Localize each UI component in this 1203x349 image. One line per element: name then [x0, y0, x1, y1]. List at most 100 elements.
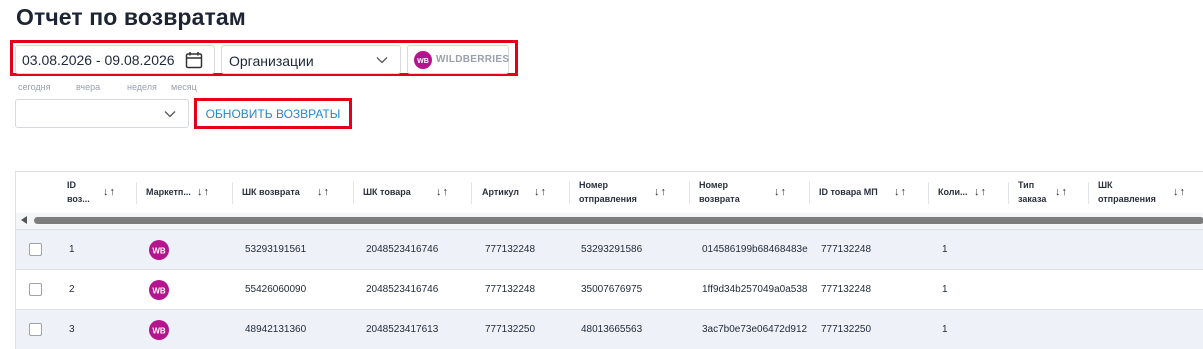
svg-text:WB: WB: [152, 327, 166, 336]
cell-shipment-number: 48013665563: [581, 324, 643, 335]
cell-article: 777132248: [485, 244, 536, 255]
date-range-value: 03.08.2026 - 09.08.2026: [22, 52, 175, 68]
column-divider: [232, 182, 233, 204]
cell-quantity: 1: [942, 324, 948, 335]
cell-return-number: 1ff9d34b257049a0a538: [702, 284, 808, 295]
organizations-label: Организации: [229, 53, 314, 69]
column-label: Коли...: [938, 187, 968, 197]
marketplace-chip-wildberries[interactable]: WB WILDBERRIES: [407, 45, 509, 74]
column-label: ШК возврата: [242, 187, 300, 197]
sort-arrows-icon[interactable]: ↓↑: [103, 186, 116, 198]
column-mp-product-id[interactable]: ID товара МП ↓↑: [819, 172, 924, 213]
column-label: Номер отправления: [579, 180, 637, 204]
organizations-select[interactable]: Организации: [221, 45, 401, 74]
cell-return-barcode: 53293191561: [245, 244, 307, 255]
page-title: Отчет по возвратам: [16, 4, 246, 30]
cell-product-barcode: 2048523417613: [366, 324, 439, 335]
column-divider: [689, 182, 690, 204]
cell-return-barcode: 48942131360: [245, 324, 307, 335]
column-product-barcode[interactable]: ШК товара ↓↑: [363, 172, 463, 213]
quick-range-today[interactable]: сегодня: [18, 82, 51, 92]
table-row[interactable]: 3 WB 48942131360 2048523417613 777132250…: [16, 309, 1203, 349]
svg-text:WB: WB: [152, 247, 166, 256]
sort-arrows-icon[interactable]: ↓↑: [774, 186, 787, 198]
column-marketplace[interactable]: Маркетп... ↓↑: [146, 172, 231, 213]
cell-quantity: 1: [942, 284, 948, 295]
column-divider: [1088, 182, 1089, 204]
cell-article: 777132248: [485, 284, 536, 295]
wb-logo-icon: WB: [149, 240, 169, 260]
cell-mp-product-id: 777132248: [821, 244, 872, 255]
cell-return-barcode: 55426060090: [245, 284, 307, 295]
column-divider: [471, 182, 472, 204]
column-label: ID товара МП: [819, 187, 878, 197]
wb-logo-icon: WB: [149, 280, 169, 300]
column-quantity[interactable]: Коли... ↓↑: [938, 172, 1010, 213]
row-checkbox[interactable]: [29, 243, 42, 256]
column-id[interactable]: ID воз... ↓↑: [67, 172, 135, 213]
sort-arrows-icon[interactable]: ↓↑: [197, 186, 210, 198]
column-divider: [136, 182, 137, 204]
scroll-left-arrow-icon[interactable]: [21, 216, 27, 224]
cell-id: 3: [69, 324, 75, 335]
cell-product-barcode: 2048523416746: [366, 244, 439, 255]
period-select[interactable]: [15, 99, 189, 128]
cell-shipment-number: 53293291586: [581, 244, 643, 255]
sort-arrows-icon[interactable]: ↓↑: [894, 186, 907, 198]
sort-arrows-icon[interactable]: ↓↑: [534, 186, 547, 198]
table-header: ID воз... ↓↑ Маркетп... ↓↑ ШК возврата ↓↑…: [16, 172, 1203, 213]
row-checkbox[interactable]: [29, 283, 42, 296]
sort-arrows-icon[interactable]: ↓↑: [317, 186, 330, 198]
calendar-icon[interactable]: [185, 51, 203, 69]
column-return-number[interactable]: Номер возврата ↓↑: [699, 172, 809, 213]
quick-range-month[interactable]: месяц: [171, 82, 197, 92]
marketplace-name: WILDBERRIES: [436, 54, 510, 65]
column-divider: [809, 182, 810, 204]
table-row[interactable]: 2 WB 55426060090 2048523416746 777132248…: [16, 269, 1203, 309]
column-shipment-barcode[interactable]: ШК отправления ↓↑: [1098, 172, 1203, 213]
cell-id: 1: [69, 244, 75, 255]
refresh-returns-button[interactable]: ОБНОВИТЬ ВОЗВРАТЫ: [198, 102, 348, 126]
cell-return-number: 3ac7b0e73e06472d912: [702, 324, 808, 335]
table-row[interactable]: 1 WB 53293191561 2048523416746 777132248…: [16, 229, 1203, 269]
svg-text:WB: WB: [152, 287, 166, 296]
chevron-down-icon: [376, 57, 388, 64]
column-divider: [353, 182, 354, 204]
sort-arrows-icon[interactable]: ↓↑: [1173, 186, 1186, 198]
column-divider: [928, 182, 929, 204]
sort-arrows-icon[interactable]: ↓↑: [654, 186, 667, 198]
column-divider: [569, 182, 570, 204]
cell-product-barcode: 2048523416746: [366, 284, 439, 295]
sort-arrows-icon[interactable]: ↓↑: [974, 186, 987, 198]
cell-id: 2: [69, 284, 75, 295]
column-return-barcode[interactable]: ШК возврата ↓↑: [242, 172, 352, 213]
scrollbar-thumb[interactable]: [34, 217, 1203, 224]
row-checkbox[interactable]: [29, 323, 42, 336]
sort-arrows-icon[interactable]: ↓↑: [436, 186, 449, 198]
column-label: ШК отправления: [1098, 180, 1156, 204]
sort-arrows-icon[interactable]: ↓↑: [1055, 186, 1068, 198]
quick-range-week[interactable]: неделя: [127, 82, 157, 92]
column-label: Номер возврата: [699, 180, 740, 204]
cell-shipment-number: 35007676975: [581, 284, 643, 295]
cell-article: 777132250: [485, 324, 536, 335]
column-divider: [1008, 182, 1009, 204]
cell-mp-product-id: 777132248: [821, 284, 872, 295]
date-range-field[interactable]: 03.08.2026 - 09.08.2026: [15, 45, 215, 74]
returns-table: ID воз... ↓↑ Маркетп... ↓↑ ШК возврата ↓↑…: [15, 171, 1203, 349]
chevron-down-icon: [164, 111, 176, 118]
column-label: Тип заказа: [1018, 180, 1047, 204]
column-shipment-number[interactable]: Номер отправления ↓↑: [579, 172, 689, 213]
wb-logo-icon: WB: [149, 320, 169, 340]
column-label: ШК товара: [363, 187, 411, 197]
column-label: ID воз...: [67, 180, 90, 204]
horizontal-scrollbar[interactable]: [16, 213, 1203, 229]
cell-return-number: 014586199b68468483e: [702, 244, 808, 255]
cell-mp-product-id: 777132250: [821, 324, 872, 335]
column-order-type[interactable]: Тип заказа ↓↑: [1018, 172, 1090, 213]
cell-quantity: 1: [942, 244, 948, 255]
quick-range-yesterday[interactable]: вчера: [76, 82, 100, 92]
wb-logo-icon: WB: [414, 51, 432, 69]
svg-text:WB: WB: [417, 58, 429, 65]
column-article[interactable]: Артикул ↓↑: [482, 172, 572, 213]
